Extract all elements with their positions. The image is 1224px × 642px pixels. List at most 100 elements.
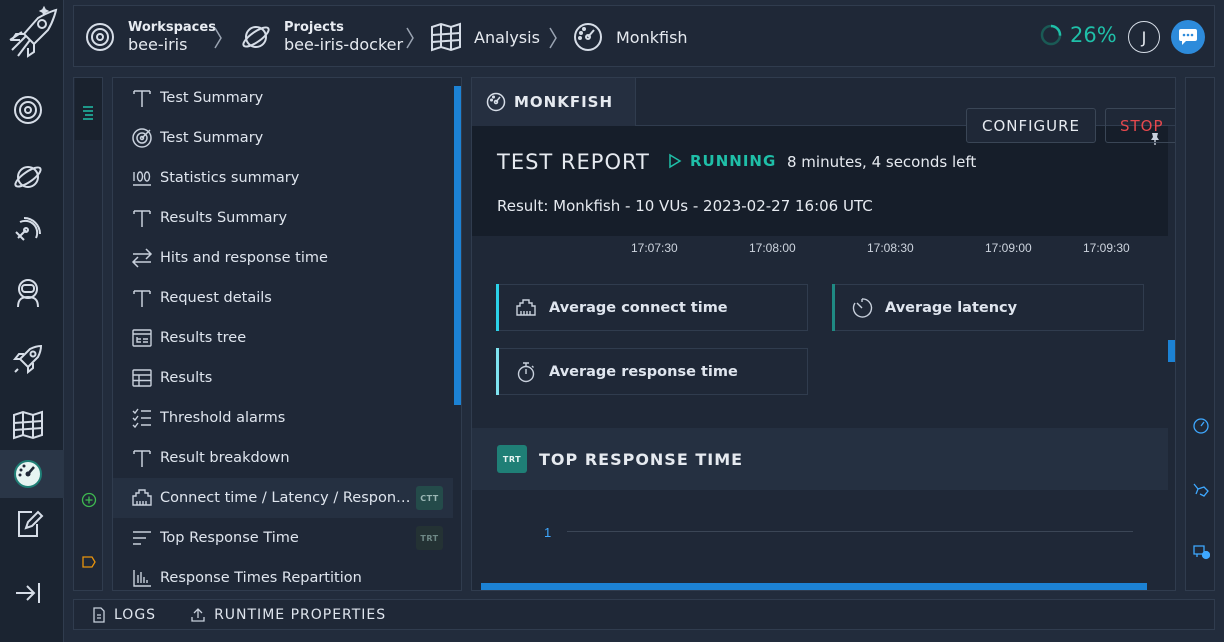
sort-icon [131, 527, 153, 549]
list-item[interactable]: Hits and response time [113, 238, 453, 278]
list-icon [83, 106, 93, 120]
rocket-logo-icon[interactable] [4, 4, 60, 64]
map-icon[interactable] [12, 409, 44, 441]
list-item[interactable]: Results Summary [113, 198, 453, 238]
list-item-label: Test Summary [160, 90, 264, 106]
time-remaining: 8 minutes, 4 seconds left [787, 153, 977, 171]
list-item[interactable]: Test Summary [113, 118, 453, 158]
list-item[interactable]: Results tree [113, 318, 453, 358]
stop-button[interactable]: STOP [1105, 108, 1175, 143]
edit-doc-icon[interactable] [12, 508, 44, 540]
trt-badge: TRT [416, 526, 443, 550]
list-item[interactable]: Result breakdown [113, 438, 453, 478]
chat-button[interactable] [1171, 20, 1205, 54]
card-accent-bar [496, 284, 499, 331]
time-tick: 17:08:00 [749, 241, 796, 255]
list-item-label: Test Summary [160, 130, 264, 146]
list-item[interactable]: Test Summary [113, 78, 453, 118]
tab-monkfish[interactable]: MONKFISH [472, 78, 636, 126]
bars-icon [131, 567, 153, 589]
report-items-list: Test Summary Test Summary Statistics sum… [112, 77, 462, 591]
section-title: TOP RESPONSE TIME [539, 449, 744, 469]
tab-label: MONKFISH [514, 93, 614, 111]
astronaut-icon[interactable] [12, 277, 44, 309]
list-item-label: Result breakdown [160, 450, 290, 466]
tag-icon[interactable] [81, 555, 97, 569]
ctt-badge: CTT [416, 486, 443, 510]
runtime-properties-button[interactable]: RUNTIME PROPERTIES [190, 607, 386, 623]
card-label: Average connect time [549, 299, 728, 316]
average-latency-card[interactable]: Average latency [832, 284, 1144, 331]
notification-icon[interactable] [1192, 542, 1210, 560]
arrows-icon [131, 247, 153, 269]
breadcrumb-projects[interactable]: Projects bee-iris-docker [240, 6, 403, 68]
tree-icon [131, 327, 153, 349]
projects-icon[interactable] [12, 161, 44, 193]
logs-label: LOGS [114, 606, 157, 623]
upload-icon [191, 607, 205, 622]
result-description: Result: Monkfish - 10 VUs - 2023-02-27 1… [497, 197, 873, 215]
hundred-icon [131, 167, 153, 189]
breadcrumb-monkfish[interactable]: Monkfish [572, 6, 688, 68]
main-scrollbar[interactable] [1168, 340, 1175, 362]
map-icon [430, 21, 462, 53]
average-response-time-card[interactable]: Average response time [496, 348, 808, 395]
list-item[interactable]: Threshold alarms [113, 398, 453, 438]
add-circle-icon[interactable] [81, 492, 97, 508]
chevron-right-icon [405, 26, 415, 50]
stopwatch-icon [515, 361, 537, 383]
list-item-label: Response Times Repartition [160, 570, 362, 586]
text-icon [131, 447, 153, 469]
top-response-time-section: TRT TOP RESPONSE TIME [472, 428, 1168, 490]
gauge-icon[interactable] [12, 458, 44, 490]
card-label: Average response time [549, 363, 738, 380]
list-item-label: Results [160, 370, 213, 386]
ethernet-icon [131, 487, 153, 509]
average-connect-time-card[interactable]: Average connect time [496, 284, 808, 331]
logs-button[interactable]: LOGS [92, 607, 156, 623]
breadcrumb-analysis[interactable]: Analysis [430, 6, 540, 68]
breadcrumb-small-label: Projects [284, 20, 344, 35]
list-scrollbar[interactable] [454, 86, 461, 405]
list-item[interactable]: Top Response Time [113, 518, 453, 558]
planet-icon [240, 21, 272, 53]
astronaut-icon[interactable] [1192, 481, 1210, 499]
text-icon [131, 287, 153, 309]
list-item[interactable]: Statistics summary [113, 158, 453, 198]
avatar[interactable]: J [1128, 21, 1160, 53]
ethernet-icon [515, 297, 537, 319]
workspaces-icon[interactable] [12, 94, 44, 126]
list-item[interactable]: Results [113, 358, 453, 398]
top-header: Workspaces bee-iris Projects bee-iris-do… [73, 5, 1215, 67]
right-tool-column [1185, 77, 1215, 591]
bottom-bar: LOGS RUNTIME PROPERTIES [73, 599, 1215, 630]
items-tab[interactable] [75, 78, 102, 140]
gauge-icon[interactable] [1192, 417, 1210, 435]
list-item-label: Top Response Time [160, 530, 299, 546]
radar-icon[interactable] [12, 212, 44, 244]
collapse-icon[interactable] [12, 577, 44, 609]
chevron-right-icon [213, 26, 223, 50]
play-icon [669, 153, 682, 169]
list-item[interactable]: Response Times Repartition [113, 558, 453, 590]
progress-ring-icon [1040, 24, 1062, 46]
card-accent-bar [832, 284, 835, 331]
rocket-icon[interactable] [12, 343, 44, 375]
list-item[interactable]: Request details [113, 278, 453, 318]
time-tick: 17:07:30 [631, 241, 678, 255]
progress-percent: 26% [1070, 23, 1117, 47]
app-rail [0, 0, 64, 642]
chevron-right-icon [548, 26, 558, 50]
breadcrumb-workspaces[interactable]: Workspaces bee-iris [84, 6, 216, 68]
chart-scrollbar[interactable] [481, 583, 1147, 590]
card-accent-bar [496, 348, 499, 395]
target-icon [131, 127, 153, 149]
time-tick: 17:09:00 [985, 241, 1032, 255]
chart-y-tick: 1 [544, 525, 552, 540]
list-item[interactable]: Connect time / Latency / Response time [113, 478, 453, 518]
list-item-label: Request details [160, 290, 272, 306]
breadcrumb-label: bee-iris [128, 35, 188, 54]
status-badge: RUNNING [668, 152, 776, 170]
list-item-label: Hits and response time [160, 250, 328, 266]
configure-button[interactable]: CONFIGURE [966, 108, 1096, 143]
